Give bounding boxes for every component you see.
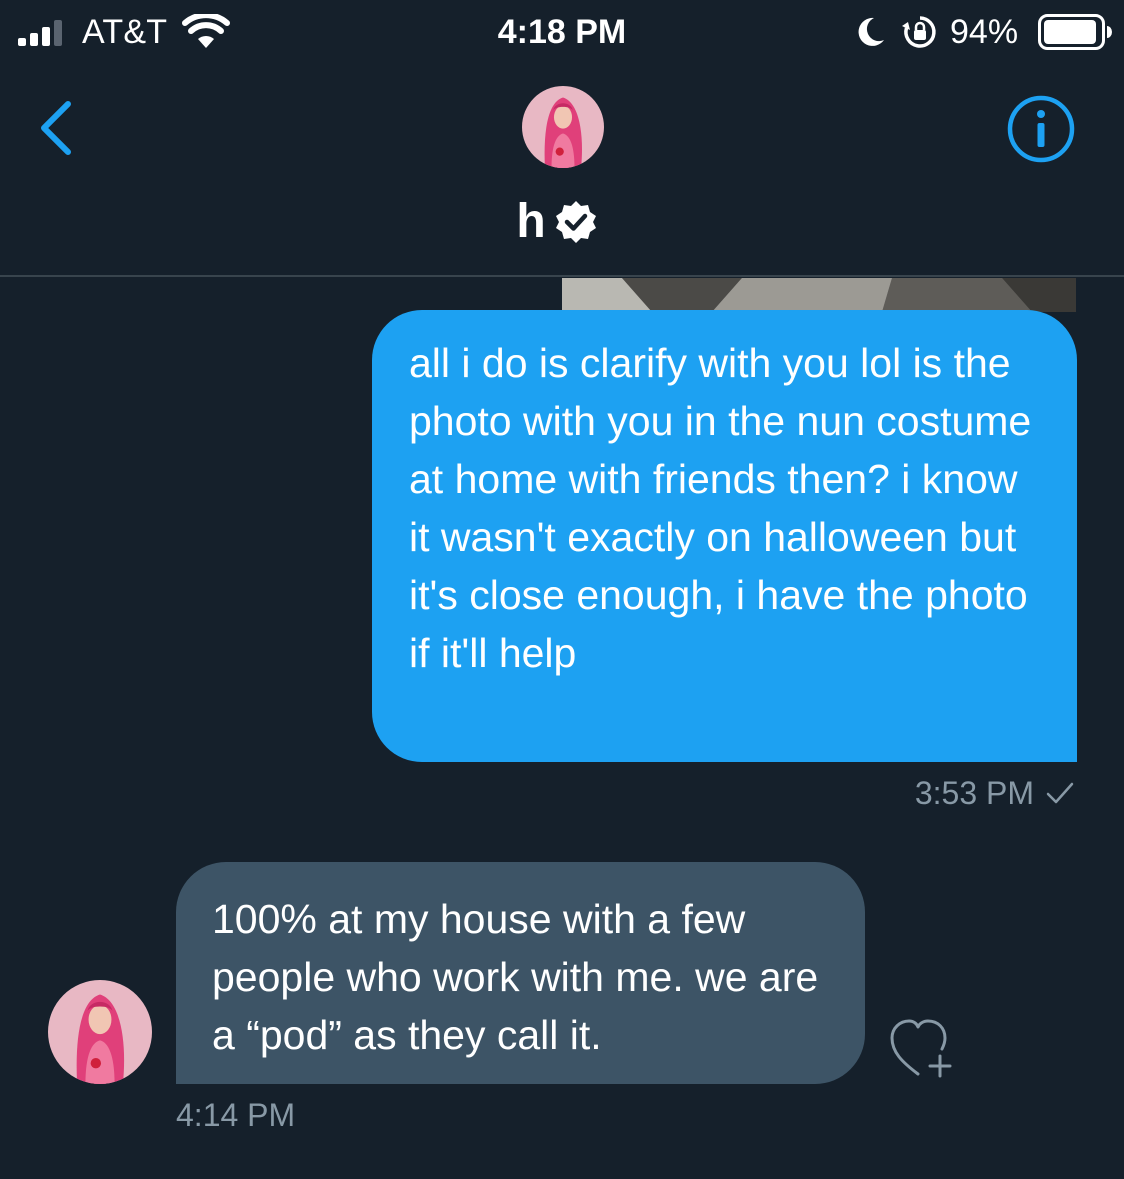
- contact-name-row[interactable]: h: [0, 192, 1124, 252]
- like-message-button[interactable]: [888, 1016, 964, 1082]
- verified-badge-icon: [555, 201, 596, 243]
- shared-photo-preview[interactable]: [562, 278, 1076, 312]
- received-message-time: 4:14 PM: [176, 1097, 296, 1133]
- received-message-bubble[interactable]: 100% at my house with a few people who w…: [176, 862, 865, 1084]
- status-bar: AT&T 4:18 PM 94%: [0, 0, 1124, 64]
- received-message-text: 100% at my house with a few people who w…: [212, 896, 819, 1058]
- contact-avatar[interactable]: [522, 86, 604, 168]
- contact-name: h: [516, 195, 546, 248]
- back-button[interactable]: [30, 96, 86, 160]
- chevron-left-icon: [41, 101, 71, 155]
- battery-icon: [1038, 14, 1112, 50]
- moon-icon: [858, 17, 884, 46]
- info-icon: [1007, 95, 1075, 163]
- rotation-lock-icon: [902, 16, 936, 48]
- avatar-image: [48, 980, 152, 1084]
- sent-message-text: all i do is clarify with you lol is the …: [409, 340, 1032, 676]
- sent-message-meta: 3:53 PM: [915, 772, 1074, 814]
- photo-preview-image: [562, 278, 1076, 312]
- avatar-image: [522, 86, 604, 168]
- sent-message-time: 3:53 PM: [914, 775, 1034, 811]
- info-button[interactable]: [1006, 94, 1076, 164]
- header-divider: [0, 275, 1124, 277]
- battery-percent: 94%: [950, 13, 1019, 51]
- sender-avatar[interactable]: [48, 980, 152, 1084]
- heart-plus-icon: [890, 1019, 952, 1078]
- check-icon: [1046, 782, 1074, 804]
- sent-message-bubble[interactable]: all i do is clarify with you lol is the …: [372, 310, 1077, 762]
